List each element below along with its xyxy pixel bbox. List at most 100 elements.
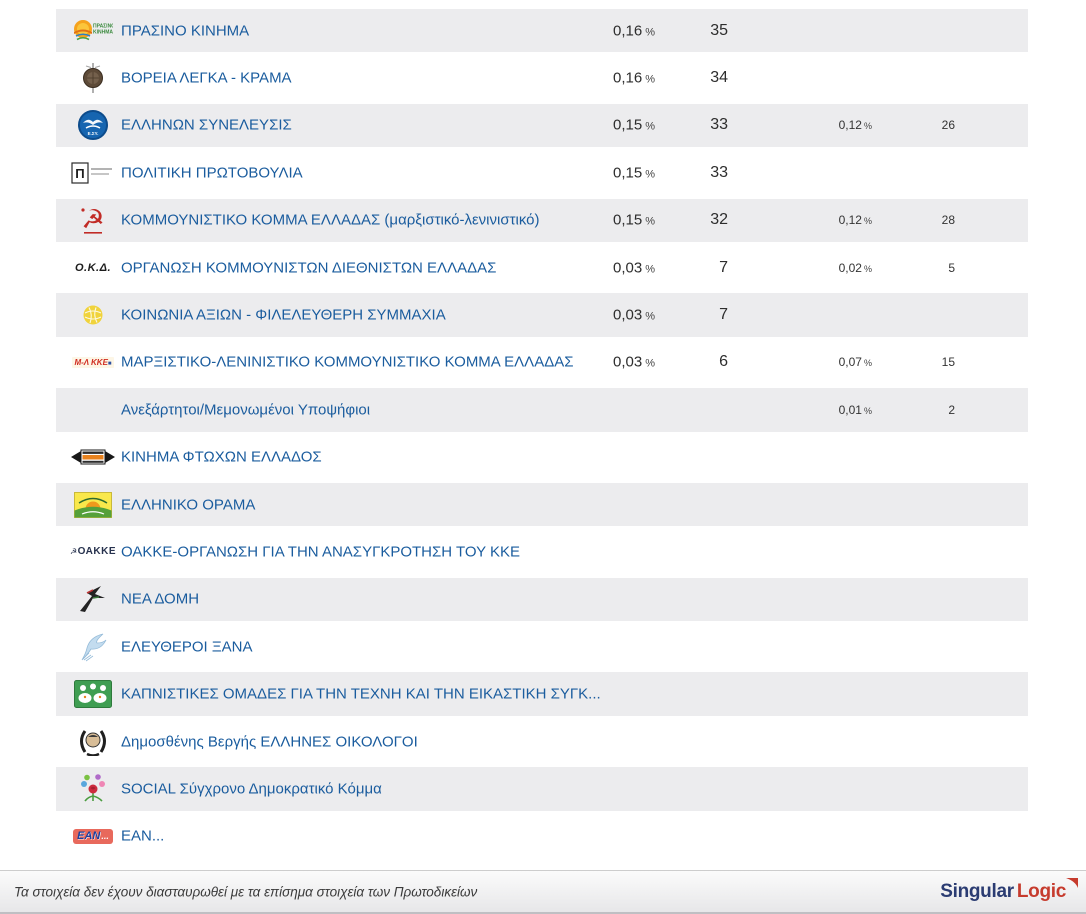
table-row: ΕΛΛΗΝΙΚΟ ΟΡΑΜΑ	[56, 481, 1028, 528]
party-percent: 0,16%	[613, 22, 655, 39]
party-percent: 0,15%	[613, 212, 655, 229]
party-name-link[interactable]: ΚΑΠΝΙΣΤΙΚΕΣ ΟΜΑΔΕΣ ΓΙΑ ΤΗΝ ΤΕΧΝΗ ΚΑΙ ΤΗΝ…	[121, 686, 601, 703]
party-percent: 0,03%	[613, 259, 655, 276]
table-row: Ο.Κ.Δ. ΟΡΓΑΝΩΣΗ ΚΟΜΜΟΥΝΙΣΤΩΝ ΔΙΕΘΝΙΣΤΩΝ …	[56, 244, 1028, 291]
party-name-link[interactable]: ΒΟΡΕΙΑ ΛΕΓΚΑ - ΚΡΑΜΑ	[121, 70, 292, 87]
party-name-link[interactable]: SOCIAL Σύγχρονο Δημοκρατικό Κόμμα	[121, 780, 382, 797]
party-percent-prev	[870, 735, 872, 749]
svg-text:☭: ☭	[81, 205, 104, 235]
party-votes: 32	[710, 211, 728, 229]
table-row: ☭ ΚΟΜΜΟΥΝΙΣΤΙΚΟ ΚΟΜΜΑ ΕΛΛΑΔΑΣ (μαρξιστικ…	[56, 197, 1028, 244]
party-votes: 34	[710, 69, 728, 87]
kke-ml-logo: ☭	[70, 203, 116, 237]
party-votes: 6	[719, 353, 728, 371]
party-name-link[interactable]: Δημοσθένης Βεργής ΕΛΛΗΝΕΣ ΟΙΚΟΛΟΓΟΙ	[121, 733, 418, 750]
party-votes: 7	[719, 306, 728, 324]
party-percent	[652, 780, 655, 797]
table-row: ΒΟΡΕΙΑ ΛΕΓΚΑ - ΚΡΑΜΑ 0,16% 34	[56, 54, 1028, 101]
party-name-link[interactable]: ΠΟΛΙΤΙΚΗ ΠΡΩΤΟΒΟΥΛΙΑ	[121, 164, 303, 181]
table-row: ΚΙΝΗΜΑ ΦΤΩΧΩΝ ΕΛΛΑΔΟΣ	[56, 434, 1028, 481]
party-percent	[652, 686, 655, 703]
party-percent-prev: 0,02%	[839, 261, 872, 275]
party-percent	[652, 591, 655, 608]
party-percent-prev	[870, 592, 872, 606]
results-table: ΠΡΑΣΙΝΟ ΚΙΝΗΜΑ ΠΡΑΣΙΝΟ ΚΙΝΗΜΑ 0,16% 35 Β…	[56, 7, 1028, 860]
koinonia-aksion-logo	[70, 298, 116, 332]
elliniko-orama-logo	[70, 488, 116, 522]
election-results-page: { "labels": { "percent_sign": "%" }, "ta…	[0, 0, 1086, 914]
party-name-link[interactable]: ΟΡΓΑΝΩΣΗ ΚΟΜΜΟΥΝΙΣΤΩΝ ΔΙΕΘΝΙΣΤΩΝ ΕΛΛΑΔΑΣ	[121, 259, 496, 276]
party-name-link[interactable]: Ανεξάρτητοι/Μεμονωμένοι Υποψήφιοι	[121, 401, 370, 418]
ean-logo: EAN...	[70, 819, 116, 853]
table-row: ΚΟΙΝΩΝΙΑ ΑΞΙΩΝ - ΦΙΛΕΛΕΥΘΕΡΗ ΣΥΜΜΑΧΙΑ 0,…	[56, 291, 1028, 338]
party-votes: 35	[710, 22, 728, 40]
svg-text:Ε.ΣΥ.: Ε.ΣΥ.	[88, 131, 99, 136]
voreia-legka-logo	[70, 61, 116, 95]
party-votes-prev: 28	[942, 213, 955, 227]
brand-flag-icon	[1066, 878, 1078, 890]
party-percent: 0,03%	[613, 307, 655, 324]
okde-logo: Ο.Κ.Δ.	[70, 251, 116, 285]
party-name-link[interactable]: ΕΛΕΥΘΕΡΟΙ ΞΑΝΑ	[121, 638, 252, 655]
party-percent	[652, 733, 655, 750]
party-percent-prev: 0,01%	[839, 403, 872, 417]
svg-text:Π: Π	[75, 166, 84, 181]
party-percent-prev	[870, 24, 872, 38]
table-row: Ανεξάρτητοι/Μεμονωμένοι Υποψήφιοι 0,01% …	[56, 386, 1028, 433]
ellinon-synelefsis-logo: Ε.ΣΥ.	[70, 108, 116, 142]
party-votes-prev: 2	[948, 403, 955, 417]
party-percent-prev	[870, 308, 872, 322]
table-row: Ε.ΣΥ. ΕΛΛΗΝΩΝ ΣΥΝΕΛΕΥΣΙΣ 0,15% 33 0,12% …	[56, 102, 1028, 149]
party-votes-prev: 26	[942, 118, 955, 132]
party-percent-prev: 0,07%	[839, 355, 872, 369]
party-percent-prev	[870, 166, 872, 180]
party-name-link[interactable]: ΚΙΝΗΜΑ ΦΤΩΧΩΝ ΕΛΛΑΔΟΣ	[121, 449, 322, 466]
politiki-protovoulia-logo: Π	[70, 156, 116, 190]
table-row: Π ΠΟΛΙΤΙΚΗ ΠΡΩΤΟΒΟΥΛΙΑ 0,15% 33	[56, 149, 1028, 196]
party-percent-prev	[870, 450, 872, 464]
table-row: ΝΕΑ ΔΟΜΗ	[56, 576, 1028, 623]
table-row: ☭ΟΑΚΚΕ ΟΑΚΚΕ-ΟΡΓΑΝΩΣΗ ΓΙΑ ΤΗΝ ΑΝΑΣΥΓΚΡΟΤ…	[56, 528, 1028, 575]
party-name-link[interactable]: ΟΑΚΚΕ-ΟΡΓΑΝΩΣΗ ΓΙΑ ΤΗΝ ΑΝΑΣΥΓΚΡΟΤΗΣΗ ΤΟΥ…	[121, 543, 520, 560]
party-percent	[652, 401, 655, 418]
party-percent	[652, 638, 655, 655]
party-percent-prev	[870, 782, 872, 796]
party-name-link[interactable]: ΜΑΡΞΙΣΤΙΚΟ-ΛΕΝΙΝΙΣΤΙΚΟ ΚΟΜΜΟΥΝΙΣΤΙΚΟ ΚΟΜ…	[121, 354, 574, 371]
party-percent	[652, 828, 655, 845]
party-name-link[interactable]: ΕΛΛΗΝΙΚΟ ΟΡΑΜΑ	[121, 496, 255, 513]
party-percent-prev: 0,12%	[839, 213, 872, 227]
table-row: Δημοσθένης Βεργής ΕΛΛΗΝΕΣ ΟΙΚΟΛΟΓΟΙ	[56, 718, 1028, 765]
oakke-logo: ☭ΟΑΚΚΕ	[70, 535, 116, 569]
eleftheroi-ksana-logo	[70, 630, 116, 664]
party-percent: 0,16%	[613, 70, 655, 87]
party-name-link[interactable]: ΚΟΙΝΩΝΙΑ ΑΞΙΩΝ - ΦΙΛΕΛΕΥΘΕΡΗ ΣΥΜΜΑΧΙΑ	[121, 307, 446, 324]
party-percent	[652, 496, 655, 513]
party-percent-prev	[870, 498, 872, 512]
party-name-link[interactable]: ΝΕΑ ΔΟΜΗ	[121, 591, 199, 608]
kinima-ftoxon-logo	[70, 440, 116, 474]
table-row: ΚΑΠΝΙΣΤΙΚΕΣ ΟΜΑΔΕΣ ΓΙΑ ΤΗΝ ΤΕΧΝΗ ΚΑΙ ΤΗΝ…	[56, 670, 1028, 717]
party-percent	[652, 449, 655, 466]
party-logo	[70, 393, 116, 427]
party-percent: 0,15%	[613, 164, 655, 181]
party-percent-prev	[870, 640, 872, 654]
table-row: Μ-Λ ΚΚΕ■ ΜΑΡΞΙΣΤΙΚΟ-ΛΕΝΙΝΙΣΤΙΚΟ ΚΟΜΜΟΥΝΙ…	[56, 339, 1028, 386]
party-percent-prev	[870, 687, 872, 701]
disclaimer-text: Τα στοιχεία δεν έχουν διασταυρωθεί με τα…	[14, 884, 477, 899]
party-votes-prev: 15	[942, 355, 955, 369]
table-row: ΕΛΕΥΘΕΡΟΙ ΞΑΝΑ	[56, 623, 1028, 670]
social-logo	[70, 772, 116, 806]
ml-kke-logo: Μ-Λ ΚΚΕ■	[70, 345, 116, 379]
party-percent-prev: 0,12%	[839, 118, 872, 132]
party-votes-prev: 5	[948, 261, 955, 275]
svg-text:ΚΙΝΗΜΑ: ΚΙΝΗΜΑ	[93, 29, 113, 35]
prasino-kinima-logo: ΠΡΑΣΙΝΟ ΚΙΝΗΜΑ	[70, 14, 116, 48]
party-name-link[interactable]: ΕΛΛΗΝΩΝ ΣΥΝΕΛΕΥΣΙΣ	[121, 117, 292, 134]
party-percent: 0,03%	[613, 354, 655, 371]
party-name-link[interactable]: ΠΡΑΣΙΝΟ ΚΙΝΗΜΑ	[121, 22, 249, 39]
party-votes: 7	[719, 259, 728, 277]
party-name-link[interactable]: ΚΟΜΜΟΥΝΙΣΤΙΚΟ ΚΟΜΜΑ ΕΛΛΑΔΑΣ (μαρξιστικό-…	[121, 212, 540, 229]
footer-bar: Τα στοιχεία δεν έχουν διασταυρωθεί με τα…	[0, 870, 1086, 914]
table-row: SOCIAL Σύγχρονο Δημοκρατικό Κόμμα	[56, 765, 1028, 812]
party-name-link[interactable]: ΕΑΝ...	[121, 828, 164, 845]
